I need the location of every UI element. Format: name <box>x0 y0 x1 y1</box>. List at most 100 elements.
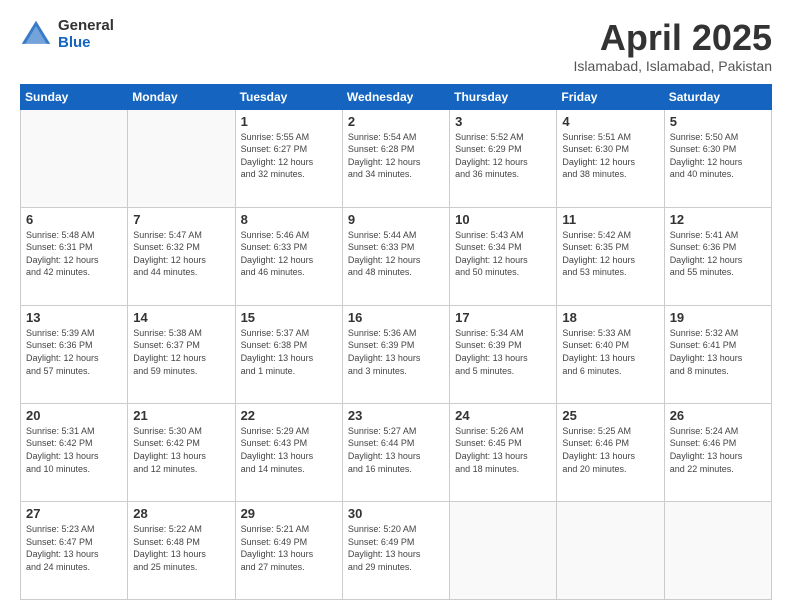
calendar-cell: 11 Sunrise: 5:42 AMSunset: 6:35 PMDayligh… <box>557 207 664 305</box>
header: General Blue April 2025 Islamabad, Islam… <box>20 18 772 74</box>
day-info: Sunrise: 5:46 AMSunset: 6:33 PMDaylight:… <box>241 229 337 279</box>
calendar-cell <box>128 109 235 207</box>
col-header-tuesday: Tuesday <box>235 84 342 109</box>
day-number: 16 <box>348 310 444 325</box>
day-number: 23 <box>348 408 444 423</box>
day-info: Sunrise: 5:36 AMSunset: 6:39 PMDaylight:… <box>348 327 444 377</box>
logo-text: General Blue <box>58 18 114 51</box>
day-info: Sunrise: 5:32 AMSunset: 6:41 PMDaylight:… <box>670 327 766 377</box>
day-info: Sunrise: 5:43 AMSunset: 6:34 PMDaylight:… <box>455 229 551 279</box>
calendar-cell: 10 Sunrise: 5:43 AMSunset: 6:34 PMDayligh… <box>450 207 557 305</box>
day-number: 4 <box>562 114 658 129</box>
col-header-monday: Monday <box>128 84 235 109</box>
day-info: Sunrise: 5:50 AMSunset: 6:30 PMDaylight:… <box>670 131 766 181</box>
calendar-cell: 27Sunrise: 5:23 AMSunset: 6:47 PMDayligh… <box>21 501 128 599</box>
calendar-cell: 1 Sunrise: 5:55 AMSunset: 6:27 PMDaylight… <box>235 109 342 207</box>
calendar-cell: 6 Sunrise: 5:48 AMSunset: 6:31 PMDaylight… <box>21 207 128 305</box>
calendar-cell: 24 Sunrise: 5:26 AMSunset: 6:45 PMDayligh… <box>450 403 557 501</box>
day-number: 13 <box>26 310 122 325</box>
day-number: 27 <box>26 506 122 521</box>
day-number: 17 <box>455 310 551 325</box>
col-header-thursday: Thursday <box>450 84 557 109</box>
col-header-friday: Friday <box>557 84 664 109</box>
day-number: 10 <box>455 212 551 227</box>
calendar-cell: 23 Sunrise: 5:27 AMSunset: 6:44 PMDayligh… <box>342 403 449 501</box>
day-number: 15 <box>241 310 337 325</box>
calendar-cell: 25 Sunrise: 5:25 AMSunset: 6:46 PMDayligh… <box>557 403 664 501</box>
day-number: 7 <box>133 212 229 227</box>
day-info: Sunrise: 5:51 AMSunset: 6:30 PMDaylight:… <box>562 131 658 181</box>
calendar-cell: 2Sunrise: 5:54 AMSunset: 6:28 PMDaylight… <box>342 109 449 207</box>
day-info: Sunrise: 5:26 AMSunset: 6:45 PMDaylight:… <box>455 425 551 475</box>
day-info: Sunrise: 5:42 AMSunset: 6:35 PMDaylight:… <box>562 229 658 279</box>
day-info: Sunrise: 5:25 AMSunset: 6:46 PMDaylight:… <box>562 425 658 475</box>
day-info: Sunrise: 5:21 AMSunset: 6:49 PMDaylight:… <box>241 523 337 573</box>
calendar-cell: 15 Sunrise: 5:37 AMSunset: 6:38 PMDayligh… <box>235 305 342 403</box>
calendar-cell: 12 Sunrise: 5:41 AMSunset: 6:36 PMDayligh… <box>664 207 771 305</box>
day-number: 18 <box>562 310 658 325</box>
calendar-cell: 3 Sunrise: 5:52 AMSunset: 6:29 PMDaylight… <box>450 109 557 207</box>
day-number: 6 <box>26 212 122 227</box>
day-number: 12 <box>670 212 766 227</box>
day-number: 1 <box>241 114 337 129</box>
day-info: Sunrise: 5:27 AMSunset: 6:44 PMDaylight:… <box>348 425 444 475</box>
day-info: Sunrise: 5:37 AMSunset: 6:38 PMDaylight:… <box>241 327 337 377</box>
calendar-cell: 17Sunrise: 5:34 AMSunset: 6:39 PMDayligh… <box>450 305 557 403</box>
page: General Blue April 2025 Islamabad, Islam… <box>0 0 792 612</box>
calendar-cell: 28 Sunrise: 5:22 AMSunset: 6:48 PMDayligh… <box>128 501 235 599</box>
day-info: Sunrise: 5:24 AMSunset: 6:46 PMDaylight:… <box>670 425 766 475</box>
day-number: 9 <box>348 212 444 227</box>
calendar-cell: 14Sunrise: 5:38 AMSunset: 6:37 PMDayligh… <box>128 305 235 403</box>
day-number: 20 <box>26 408 122 423</box>
calendar-cell: 21 Sunrise: 5:30 AMSunset: 6:42 PMDayligh… <box>128 403 235 501</box>
day-info: Sunrise: 5:55 AMSunset: 6:27 PMDaylight:… <box>241 131 337 181</box>
day-info: Sunrise: 5:20 AMSunset: 6:49 PMDaylight:… <box>348 523 444 573</box>
logo-icon <box>20 19 52 51</box>
location: Islamabad, Islamabad, Pakistan <box>574 58 772 74</box>
calendar-cell: 30 Sunrise: 5:20 AMSunset: 6:49 PMDayligh… <box>342 501 449 599</box>
month-title: April 2025 <box>574 18 772 58</box>
day-number: 28 <box>133 506 229 521</box>
calendar-cell: 8 Sunrise: 5:46 AMSunset: 6:33 PMDaylight… <box>235 207 342 305</box>
day-info: Sunrise: 5:29 AMSunset: 6:43 PMDaylight:… <box>241 425 337 475</box>
calendar-cell: 29 Sunrise: 5:21 AMSunset: 6:49 PMDayligh… <box>235 501 342 599</box>
day-number: 8 <box>241 212 337 227</box>
calendar-cell <box>557 501 664 599</box>
logo: General Blue <box>20 18 114 51</box>
day-info: Sunrise: 5:22 AMSunset: 6:48 PMDaylight:… <box>133 523 229 573</box>
day-info: Sunrise: 5:52 AMSunset: 6:29 PMDaylight:… <box>455 131 551 181</box>
day-number: 25 <box>562 408 658 423</box>
calendar-cell: 9 Sunrise: 5:44 AMSunset: 6:33 PMDaylight… <box>342 207 449 305</box>
day-number: 24 <box>455 408 551 423</box>
calendar-cell: 7 Sunrise: 5:47 AMSunset: 6:32 PMDaylight… <box>128 207 235 305</box>
col-header-wednesday: Wednesday <box>342 84 449 109</box>
day-info: Sunrise: 5:33 AMSunset: 6:40 PMDaylight:… <box>562 327 658 377</box>
calendar-cell: 4 Sunrise: 5:51 AMSunset: 6:30 PMDaylight… <box>557 109 664 207</box>
day-info: Sunrise: 5:47 AMSunset: 6:32 PMDaylight:… <box>133 229 229 279</box>
day-number: 22 <box>241 408 337 423</box>
day-info: Sunrise: 5:44 AMSunset: 6:33 PMDaylight:… <box>348 229 444 279</box>
calendar-cell: 26 Sunrise: 5:24 AMSunset: 6:46 PMDayligh… <box>664 403 771 501</box>
logo-blue-text: Blue <box>58 35 114 52</box>
logo-general-text: General <box>58 18 114 35</box>
calendar-cell: 20Sunrise: 5:31 AMSunset: 6:42 PMDayligh… <box>21 403 128 501</box>
day-number: 21 <box>133 408 229 423</box>
day-number: 11 <box>562 212 658 227</box>
calendar-cell: 13 Sunrise: 5:39 AMSunset: 6:36 PMDayligh… <box>21 305 128 403</box>
calendar-cell: 19 Sunrise: 5:32 AMSunset: 6:41 PMDayligh… <box>664 305 771 403</box>
day-info: Sunrise: 5:30 AMSunset: 6:42 PMDaylight:… <box>133 425 229 475</box>
day-number: 19 <box>670 310 766 325</box>
day-number: 26 <box>670 408 766 423</box>
calendar-cell <box>450 501 557 599</box>
day-info: Sunrise: 5:41 AMSunset: 6:36 PMDaylight:… <box>670 229 766 279</box>
calendar-table: SundayMondayTuesdayWednesdayThursdayFrid… <box>20 84 772 600</box>
day-info: Sunrise: 5:38 AMSunset: 6:37 PMDaylight:… <box>133 327 229 377</box>
day-number: 29 <box>241 506 337 521</box>
calendar-cell: 5Sunrise: 5:50 AMSunset: 6:30 PMDaylight… <box>664 109 771 207</box>
day-info: Sunrise: 5:39 AMSunset: 6:36 PMDaylight:… <box>26 327 122 377</box>
day-number: 3 <box>455 114 551 129</box>
day-info: Sunrise: 5:48 AMSunset: 6:31 PMDaylight:… <box>26 229 122 279</box>
calendar-cell: 16 Sunrise: 5:36 AMSunset: 6:39 PMDayligh… <box>342 305 449 403</box>
calendar-cell: 22 Sunrise: 5:29 AMSunset: 6:43 PMDayligh… <box>235 403 342 501</box>
day-number: 30 <box>348 506 444 521</box>
